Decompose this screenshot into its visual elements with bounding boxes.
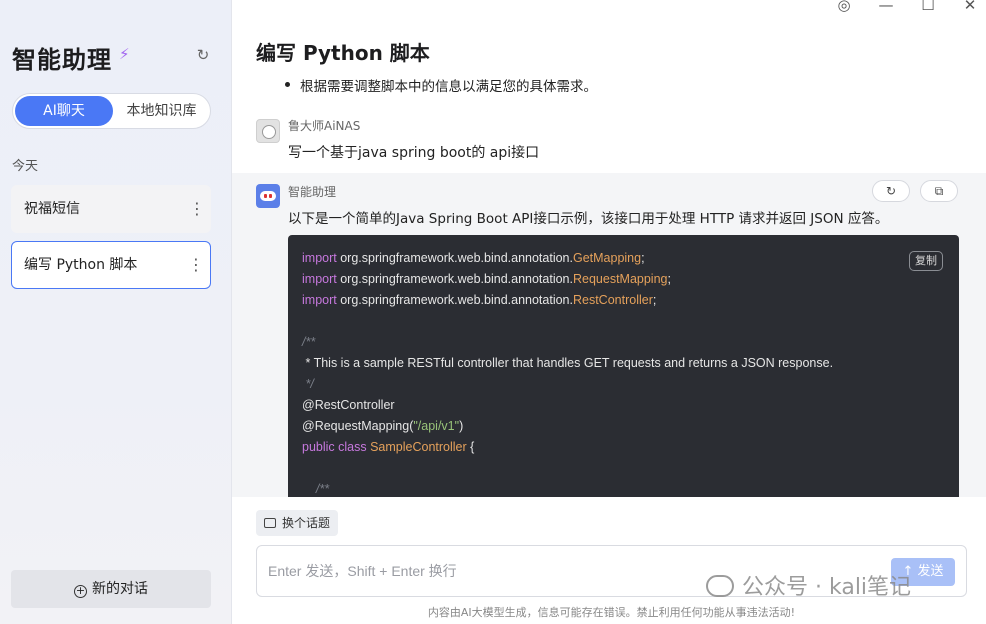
mode-switch: AI聊天 本地知识库 [12,93,211,129]
refresh-icon[interactable]: ↻ [195,47,211,63]
more-options-icon[interactable]: ⋮ [188,242,204,288]
code-comment: /** [302,482,330,496]
conversation-label: 祝福短信 [24,201,80,217]
code-comment: */ [302,377,314,391]
bot-name: 智能助理 [288,185,337,199]
code-line: import org.springframework.web.bind.anno… [302,272,671,286]
wechat-icon [706,575,734,597]
bot-intro: 以下是一个简单的Java Spring Boot API接口示例，该接口用于处理… [288,211,889,227]
conversation-item[interactable]: 祝福短信 ⋮ [11,185,211,233]
copy-message-icon[interactable]: ⧉ [920,180,958,202]
plus-icon: + [74,584,87,598]
close-icon[interactable]: ✕ [960,0,980,14]
change-topic-label: 换个话题 [282,516,331,530]
user-message: 写一个基于java spring boot的 api接口 [288,145,540,161]
code-comment: /** [302,335,316,349]
conversation-item-active[interactable]: 编写 Python 脚本 ⋮ [11,241,211,289]
conversation-label: 编写 Python 脚本 [24,257,138,273]
user-avatar [256,119,280,143]
change-topic-button[interactable]: 换个话题 [256,510,339,536]
code-annotation: @RestController [302,398,395,412]
user-name: 鲁大师AiNAS [288,119,361,133]
watermark-text: 公众号 · kali笔记 [742,575,912,600]
section-label-today: 今天 [12,159,39,174]
spark-icon: ⚡ [119,45,130,63]
tab-local-knowledge[interactable]: 本地知识库 [115,96,208,126]
disclaimer: 内容由AI大模型生成，信息可能存在错误。禁止利用任何功能从事违法活动! [427,606,796,619]
regenerate-icon[interactable]: ↻ [872,180,910,202]
code-line: import org.springframework.web.bind.anno… [302,293,657,307]
app-title: 智能助理 [12,46,112,74]
new-chat-button[interactable]: + 新的对话 [11,570,211,608]
new-chat-label: 新的对话 [92,581,148,597]
bot-avatar [256,184,280,208]
code-comment: * This is a sample RESTful controller th… [302,356,834,370]
page-title: 编写 Python 脚本 [256,41,430,65]
code-line: import org.springframework.web.bind.anno… [302,251,645,265]
code-class-declaration: public class SampleController { [302,440,475,454]
more-options-icon[interactable]: ⋮ [189,185,205,233]
copy-code-button[interactable]: 复制 [909,251,943,271]
settings-icon[interactable]: ◎ [834,0,854,14]
maximize-icon[interactable]: ☐ [918,0,938,14]
tab-ai-chat[interactable]: AI聊天 [15,96,113,126]
sidebar: 智能助理 ⚡ ↻ AI聊天 本地知识库 今天 祝福短信 ⋮ 编写 Python … [0,0,232,624]
code-annotation: @RequestMapping("/api/v1") [302,419,464,433]
code-block: 复制 import org.springframework.web.bind.a… [288,235,959,497]
watermark: 公众号 · kali笔记 [706,569,911,601]
bullet-text: 根据需要调整脚本中的信息以满足您的具体需求。 [285,75,597,95]
chat-bubble-icon [264,518,276,528]
minimize-icon[interactable]: — [876,0,896,14]
